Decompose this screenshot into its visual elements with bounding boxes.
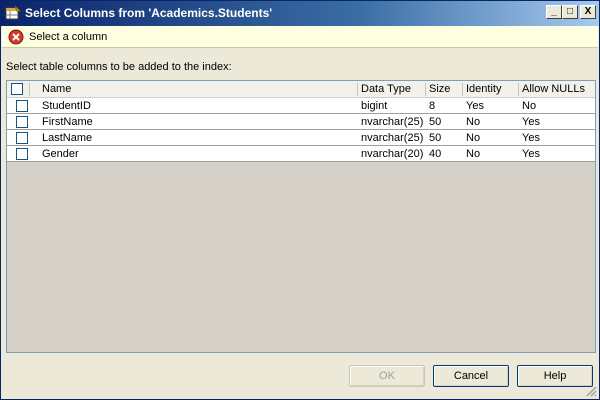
columns-grid: Name Data Type Size Identity Allow NULLs…	[6, 80, 596, 353]
select-columns-dialog: Select Columns from 'Academics.Students'…	[0, 0, 600, 400]
cell-size: 8	[429, 100, 436, 112]
table-row[interactable]: FirstName nvarchar(25) 50 No Yes	[7, 114, 595, 130]
resize-grip-icon[interactable]	[585, 385, 597, 397]
column-separator[interactable]	[425, 83, 426, 96]
minimize-button[interactable]: _	[546, 5, 562, 19]
header-name[interactable]: Name	[42, 83, 71, 95]
error-icon	[8, 29, 24, 45]
row-checkbox[interactable]	[16, 132, 28, 144]
cell-data-type: nvarchar(25)	[361, 132, 424, 144]
cell-name: StudentID	[42, 100, 91, 112]
cell-name: FirstName	[42, 116, 93, 128]
select-all-checkbox[interactable]	[11, 83, 23, 95]
table-row[interactable]: StudentID bigint 8 Yes No	[7, 98, 595, 114]
close-button[interactable]: X	[580, 5, 596, 19]
table-icon	[5, 5, 22, 21]
instructions-label: Select table columns to be added to the …	[6, 61, 232, 73]
help-button[interactable]: Help	[517, 365, 593, 387]
cell-allow-nulls: Yes	[522, 116, 540, 128]
cell-name: LastName	[42, 132, 93, 144]
column-separator[interactable]	[518, 83, 519, 96]
message-text: Select a column	[29, 31, 108, 43]
cell-allow-nulls: No	[522, 100, 537, 112]
header-allow-nulls[interactable]: Allow NULLs	[522, 83, 585, 95]
header-size[interactable]: Size	[429, 83, 450, 95]
cell-data-type: nvarchar(20)	[361, 148, 424, 160]
row-checkbox[interactable]	[16, 116, 28, 128]
column-separator[interactable]	[462, 83, 463, 96]
table-row[interactable]: Gender nvarchar(20) 40 No Yes	[7, 146, 595, 162]
title-bar[interactable]: Select Columns from 'Academics.Students'…	[1, 1, 599, 26]
cell-size: 50	[429, 132, 442, 144]
cell-identity: No	[466, 148, 481, 160]
window-title: Select Columns from 'Academics.Students'	[25, 6, 273, 20]
cell-data-type: nvarchar(25)	[361, 116, 424, 128]
header-data-type[interactable]: Data Type	[361, 83, 411, 95]
cell-identity: Yes	[466, 100, 484, 112]
column-separator[interactable]	[29, 83, 30, 96]
cell-data-type: bigint	[361, 100, 388, 112]
cell-name: Gender	[42, 148, 79, 160]
message-bar: Select a column	[2, 26, 598, 48]
cell-size: 50	[429, 116, 442, 128]
row-checkbox[interactable]	[16, 148, 28, 160]
column-separator[interactable]	[357, 83, 358, 96]
maximize-button[interactable]: □	[562, 5, 578, 19]
table-row[interactable]: LastName nvarchar(25) 50 No Yes	[7, 130, 595, 146]
cell-allow-nulls: Yes	[522, 148, 540, 160]
cell-identity: No	[466, 116, 481, 128]
row-checkbox[interactable]	[16, 100, 28, 112]
ok-button[interactable]: OK	[349, 365, 425, 387]
header-identity[interactable]: Identity	[466, 83, 501, 95]
cell-identity: No	[466, 132, 481, 144]
cell-allow-nulls: Yes	[522, 132, 540, 144]
cancel-button[interactable]: Cancel	[433, 365, 509, 387]
grid-header: Name Data Type Size Identity Allow NULLs	[7, 81, 595, 98]
cell-size: 40	[429, 148, 442, 160]
